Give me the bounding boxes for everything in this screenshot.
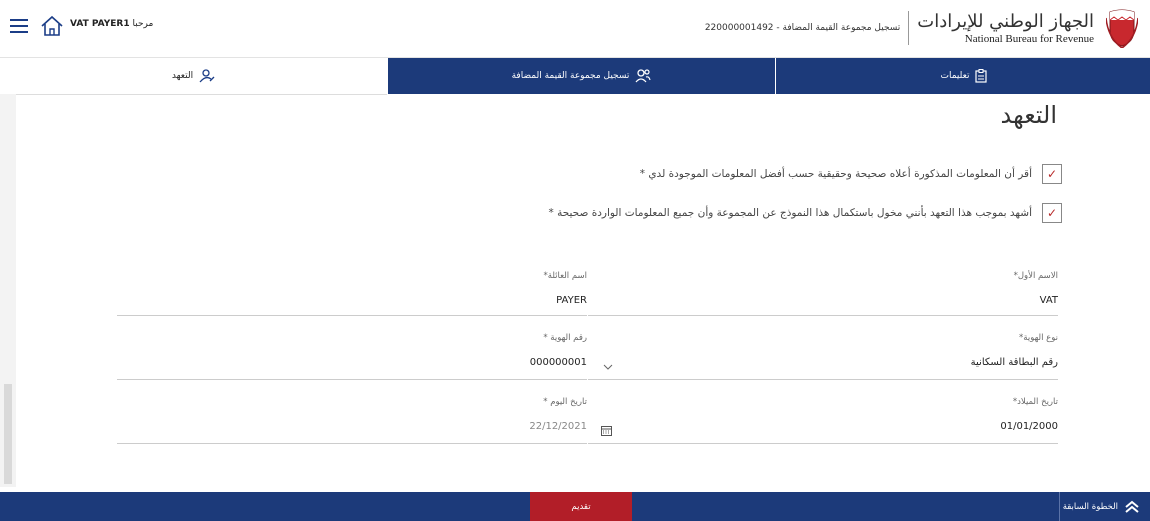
logo-text: الجهاز الوطني للإيرادات National Bureau … bbox=[917, 11, 1094, 45]
id-type-label: نوع الهوية* bbox=[1019, 333, 1058, 343]
birth-date-label: تاريخ الميلاد* bbox=[1012, 397, 1058, 407]
tab-vat-group-registration[interactable]: تسجيل مجموعة القيمة المضافة bbox=[387, 58, 775, 94]
declaration-row: ✓ أقر أن المعلومات المذكورة أعلاه صحيحة … bbox=[640, 164, 1062, 184]
declaration-text-2: أشهد بموجب هذا التعهد بأنني مخول باستكما… bbox=[548, 207, 1032, 219]
scrollbar[interactable] bbox=[0, 94, 16, 487]
id-number-field[interactable]: رقم الهوية * 000000001 bbox=[117, 333, 587, 380]
today-date-field: تاريخ اليوم * 22/12/2021 bbox=[117, 397, 587, 444]
menu-icon[interactable] bbox=[10, 19, 28, 33]
footer-divider bbox=[1059, 492, 1060, 521]
logo-arabic: الجهاز الوطني للإيرادات bbox=[917, 11, 1094, 32]
first-name-value[interactable]: VAT bbox=[588, 295, 1058, 306]
previous-step-button[interactable]: الخطوة السابقة bbox=[1063, 492, 1140, 521]
today-date-label: تاريخ اليوم * bbox=[543, 397, 587, 407]
calendar-icon[interactable] bbox=[601, 425, 612, 436]
welcome-text: مرحبا VAT PAYER1 bbox=[70, 19, 153, 29]
double-chevron-up-icon bbox=[1125, 500, 1139, 513]
scrollbar-thumb[interactable] bbox=[4, 384, 12, 484]
tab-label: التعهد bbox=[171, 71, 194, 81]
birth-date-field[interactable]: تاريخ الميلاد* 01/01/2000 bbox=[588, 397, 1058, 444]
declaration-checkbox-2[interactable]: ✓ bbox=[1042, 203, 1062, 223]
tab-instructions[interactable]: تعليمات bbox=[775, 58, 1150, 94]
declaration-text-1: أقر أن المعلومات المذكورة أعلاه صحيحة وح… bbox=[639, 168, 1032, 180]
family-name-value[interactable]: PAYER bbox=[117, 295, 587, 306]
tab-label: تسجيل مجموعة القيمة المضافة bbox=[511, 71, 630, 81]
group-icon bbox=[635, 69, 651, 83]
chevron-down-icon[interactable] bbox=[603, 364, 613, 370]
user-name: VAT PAYER1 bbox=[70, 19, 130, 29]
id-type-value[interactable]: رقم البطاقة السكانية bbox=[588, 357, 1058, 368]
family-name-field[interactable]: اسم العائلة* PAYER bbox=[117, 271, 587, 316]
tab-declaration[interactable]: التعهد bbox=[0, 58, 387, 95]
previous-step-label: الخطوة السابقة bbox=[1062, 501, 1118, 512]
clipboard-icon bbox=[975, 69, 988, 83]
id-type-select[interactable]: نوع الهوية* رقم البطاقة السكانية bbox=[588, 333, 1058, 380]
logo-english: National Bureau for Revenue bbox=[964, 33, 1094, 45]
family-name-label: اسم العائلة* bbox=[543, 271, 587, 281]
declaration-checkbox-1[interactable]: ✓ bbox=[1042, 164, 1062, 184]
home-icon[interactable] bbox=[40, 15, 64, 37]
first-name-label: الاسم الأول* bbox=[1013, 271, 1058, 281]
birth-date-value[interactable]: 01/01/2000 bbox=[588, 421, 1058, 432]
welcome-prefix: مرحبا bbox=[132, 19, 154, 29]
brand: تسجيل مجموعة القيمة المضافة - 2200000014… bbox=[705, 5, 1138, 51]
bottom-action-bar: تقديم الخطوة السابقة bbox=[0, 492, 1150, 521]
brand-divider bbox=[908, 11, 910, 45]
page-title: التعهد bbox=[1000, 101, 1057, 129]
submit-button[interactable]: تقديم bbox=[530, 492, 632, 521]
tab-label: تعليمات bbox=[940, 71, 970, 81]
id-number-value[interactable]: 000000001 bbox=[117, 357, 587, 368]
person-edit-icon bbox=[199, 69, 215, 83]
first-name-field[interactable]: الاسم الأول* VAT bbox=[588, 271, 1058, 316]
id-number-label: رقم الهوية * bbox=[543, 333, 587, 343]
emblem-icon bbox=[1106, 9, 1138, 48]
step-tabs: التعهد تسجيل مجموعة القيمة المضافة تعليم… bbox=[0, 58, 1150, 95]
declaration-row: ✓ أشهد بموجب هذا التعهد بأنني مخول باستك… bbox=[549, 203, 1062, 223]
registration-title: تسجيل مجموعة القيمة المضافة - 2200000014… bbox=[704, 23, 901, 33]
top-header: مرحبا VAT PAYER1 تسجيل مجموعة القيمة الم… bbox=[0, 0, 1150, 58]
today-date-value: 22/12/2021 bbox=[529, 421, 587, 432]
